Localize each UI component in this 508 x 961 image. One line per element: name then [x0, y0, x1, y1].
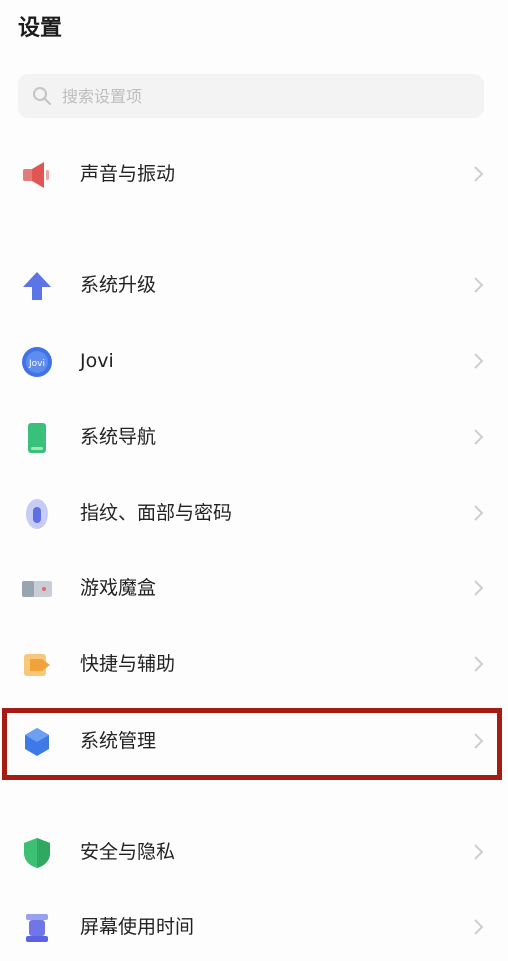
- settings-item-system-navigation[interactable]: 系统导航: [0, 407, 508, 467]
- shortcut-icon: [20, 648, 54, 682]
- svg-text:Jovi: Jovi: [28, 359, 45, 369]
- settings-item-game-box[interactable]: 游戏魔盒: [0, 558, 508, 618]
- jovi-icon: Jovi: [20, 345, 54, 379]
- settings-item-security-privacy[interactable]: 安全与隐私: [0, 822, 508, 882]
- chevron-right-icon: [474, 580, 484, 596]
- security-shield-icon: [20, 836, 54, 870]
- search-icon: [33, 87, 51, 105]
- page-title: 设置: [18, 16, 63, 41]
- item-label: 屏幕使用时间: [80, 916, 195, 938]
- speaker-icon: [20, 158, 54, 192]
- arrow-up-icon: [20, 269, 54, 303]
- item-label: Jovi: [80, 350, 114, 372]
- chevron-right-icon: [474, 166, 484, 182]
- settings-item-fingerprint[interactable]: 指纹、面部与密码: [0, 483, 508, 543]
- settings-item-screen-time[interactable]: 屏幕使用时间: [0, 897, 508, 957]
- chevron-right-icon: [474, 844, 484, 860]
- item-label: 指纹、面部与密码: [80, 502, 233, 524]
- search-bar[interactable]: [18, 74, 484, 118]
- settings-item-system-update[interactable]: 系统升级: [0, 255, 508, 315]
- gamebox-icon: [20, 572, 54, 606]
- settings-item-shortcuts[interactable]: 快捷与辅助: [0, 634, 508, 694]
- item-label: 快捷与辅助: [80, 653, 176, 675]
- chevron-right-icon: [474, 919, 484, 935]
- item-label: 系统升级: [80, 274, 157, 296]
- settings-item-jovi[interactable]: Jovi Jovi: [0, 331, 508, 391]
- chevron-right-icon: [474, 277, 484, 293]
- hourglass-icon: [20, 911, 54, 945]
- chevron-right-icon: [474, 505, 484, 521]
- search-input[interactable]: [60, 85, 444, 107]
- chevron-right-icon: [474, 656, 484, 672]
- fingerprint-icon: [20, 497, 54, 531]
- item-label: 游戏魔盒: [80, 577, 157, 599]
- item-label: 安全与隐私: [80, 841, 176, 863]
- chevron-right-icon: [474, 353, 484, 369]
- item-label: 系统导航: [80, 426, 157, 448]
- highlight-box: [2, 708, 502, 780]
- settings-item-sound[interactable]: 声音与振动: [0, 144, 508, 204]
- phone-icon: [20, 421, 54, 455]
- item-label: 声音与振动: [80, 163, 176, 185]
- chevron-right-icon: [474, 429, 484, 445]
